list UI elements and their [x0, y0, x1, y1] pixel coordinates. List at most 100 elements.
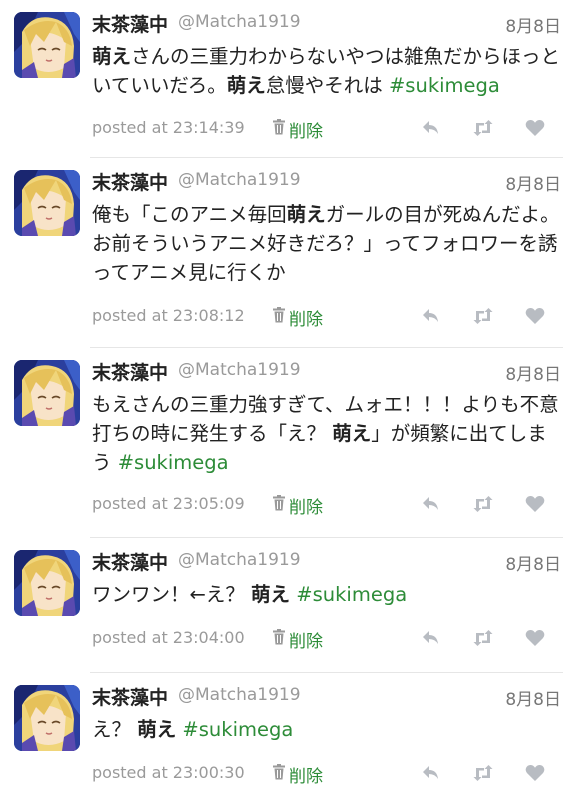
posted-timestamp: posted at 23:05:09 — [92, 494, 245, 513]
trash-icon — [272, 629, 286, 650]
delete-label: 削除 — [289, 632, 323, 652]
tweet-item[interactable]: 末茶藻中 @Matcha1919 8月8日 ワンワン！←え？ 萌え #sukim… — [0, 538, 575, 673]
avatar-anime-girl-image — [14, 360, 80, 426]
retweet-icon — [473, 308, 493, 324]
retweet-icon — [473, 765, 493, 781]
tweet-text: 俺も「このアニメ毎回萌えガールの目が死ぬんだよ。お前そういうアニメ好きだろ？」っ… — [92, 200, 561, 287]
heart-icon — [525, 307, 545, 324]
avatar-anime-girl-image — [14, 12, 80, 78]
highlighted-keyword: 萌え — [226, 74, 266, 97]
highlighted-keyword: 萌え — [286, 203, 326, 226]
author-name[interactable]: 末茶藻中 — [92, 10, 168, 37]
avatar[interactable] — [14, 360, 80, 426]
reply-icon — [423, 309, 438, 322]
delete-button[interactable]: 削除 — [272, 117, 323, 142]
hashtag-link[interactable]: #sukimega — [389, 74, 500, 97]
author-name[interactable]: 末茶藻中 — [92, 168, 168, 195]
tweet-text: もえさんの三重力強すぎて、ムォエ！！！よりも不意打ちの時に発生する「え？ 萌え」… — [92, 390, 561, 477]
tweet-date[interactable]: 8月8日 — [505, 360, 561, 385]
tweet-text-segment: ワンワン！←え？ — [92, 583, 252, 606]
retweet-button[interactable] — [457, 761, 509, 785]
tweet-date[interactable]: 8月8日 — [505, 12, 561, 37]
author-name[interactable]: 末茶藻中 — [92, 358, 168, 385]
tweet-item[interactable]: 末茶藻中 @Matcha1919 8月8日 もえさんの三重力強すぎて、ムォエ！！… — [0, 348, 575, 538]
delete-label: 削除 — [289, 310, 323, 330]
trash-icon — [272, 495, 286, 516]
tweet-actions — [405, 761, 561, 785]
favorite-button[interactable] — [509, 116, 561, 140]
reply-icon — [423, 631, 438, 644]
tweet-item[interactable]: 末茶藻中 @Matcha1919 8月8日 え？ 萌え #sukimega po… — [0, 673, 575, 800]
avatar-anime-girl-image — [14, 685, 80, 751]
posted-timestamp: posted at 23:04:00 — [92, 628, 245, 647]
trash-icon — [272, 764, 286, 785]
tweet-date[interactable]: 8月8日 — [505, 170, 561, 195]
reply-button[interactable] — [405, 761, 457, 785]
posted-timestamp: posted at 23:14:39 — [92, 118, 245, 137]
tweet-text: 萌えさんの三重力わからないやつは雑魚だからほっといていいだろ。萌え怠慢やそれは … — [92, 42, 561, 100]
author-name[interactable]: 末茶藻中 — [92, 548, 168, 575]
retweet-icon — [473, 496, 493, 512]
highlighted-keyword: 萌え — [332, 422, 372, 445]
favorite-button[interactable] — [509, 626, 561, 650]
heart-icon — [525, 495, 545, 512]
tweet-timeline: 末茶藻中 @Matcha1919 8月8日 萌えさんの三重力わからないやつは雑魚… — [0, 0, 575, 800]
hashtag-link[interactable]: #sukimega — [118, 451, 229, 474]
trash-icon — [272, 119, 286, 140]
delete-button[interactable]: 削除 — [272, 305, 323, 330]
retweet-icon — [473, 630, 493, 646]
author-name[interactable]: 末茶藻中 — [92, 683, 168, 710]
hashtag-link[interactable]: #sukimega — [296, 583, 407, 606]
tweet-date[interactable]: 8月8日 — [505, 685, 561, 710]
highlighted-keyword: 萌え — [92, 45, 132, 68]
retweet-button[interactable] — [457, 492, 509, 516]
delete-label: 削除 — [289, 767, 323, 787]
tweet-item[interactable]: 末茶藻中 @Matcha1919 8月8日 俺も「このアニメ毎回萌えガールの目が… — [0, 158, 575, 348]
delete-button[interactable]: 削除 — [272, 762, 323, 787]
tweet-actions — [405, 492, 561, 516]
tweet-text: ワンワン！←え？ 萌え #sukimega — [92, 580, 561, 609]
author-handle[interactable]: @Matcha1919 — [178, 685, 301, 705]
heart-icon — [525, 764, 545, 781]
tweet-actions — [405, 116, 561, 140]
delete-button[interactable]: 削除 — [272, 627, 323, 652]
reply-icon — [423, 121, 438, 134]
reply-button[interactable] — [405, 626, 457, 650]
avatar[interactable] — [14, 170, 80, 236]
trash-icon — [272, 307, 286, 328]
reply-button[interactable] — [405, 116, 457, 140]
retweet-button[interactable] — [457, 116, 509, 140]
author-handle[interactable]: @Matcha1919 — [178, 360, 301, 380]
reply-icon — [423, 766, 438, 779]
retweet-button[interactable] — [457, 626, 509, 650]
favorite-button[interactable] — [509, 492, 561, 516]
avatar[interactable] — [14, 685, 80, 751]
heart-icon — [525, 119, 545, 136]
author-handle[interactable]: @Matcha1919 — [178, 170, 301, 190]
favorite-button[interactable] — [509, 761, 561, 785]
tweet-date[interactable]: 8月8日 — [505, 550, 561, 575]
avatar[interactable] — [14, 550, 80, 616]
delete-button[interactable]: 削除 — [272, 493, 323, 518]
tweet-actions — [405, 304, 561, 328]
delete-label: 削除 — [289, 498, 323, 518]
retweet-icon — [473, 120, 493, 136]
posted-timestamp: posted at 23:00:30 — [92, 763, 245, 782]
reply-icon — [423, 497, 438, 510]
tweet-item[interactable]: 末茶藻中 @Matcha1919 8月8日 萌えさんの三重力わからないやつは雑魚… — [0, 0, 575, 158]
highlighted-keyword: 萌え — [251, 583, 291, 606]
tweet-text-segment: 怠慢やそれは — [265, 74, 389, 97]
author-handle[interactable]: @Matcha1919 — [178, 550, 301, 570]
reply-button[interactable] — [405, 304, 457, 328]
favorite-button[interactable] — [509, 304, 561, 328]
tweet-actions — [405, 626, 561, 650]
avatar[interactable] — [14, 12, 80, 78]
reply-button[interactable] — [405, 492, 457, 516]
tweet-text-segment: え？ — [92, 718, 138, 741]
hashtag-link[interactable]: #sukimega — [182, 718, 293, 741]
delete-label: 削除 — [289, 122, 323, 142]
avatar-anime-girl-image — [14, 170, 80, 236]
tweet-text-segment: 俺も「このアニメ毎回 — [92, 203, 287, 226]
retweet-button[interactable] — [457, 304, 509, 328]
author-handle[interactable]: @Matcha1919 — [178, 12, 301, 32]
